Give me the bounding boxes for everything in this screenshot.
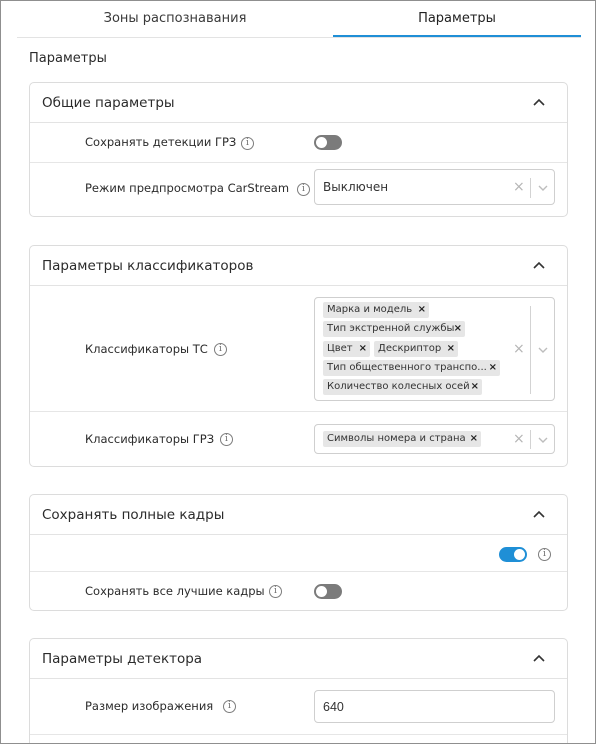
- image-size-row: Размер изображения i: [30, 679, 567, 735]
- panel-title: Общие параметры: [42, 95, 175, 111]
- panel-header[interactable]: Сохранять полные кадры: [30, 495, 567, 535]
- panel-title: Сохранять полные кадры: [42, 507, 225, 523]
- vehicle-classifiers-multiselect[interactable]: Марка и модель × Тип экстренной службы × Ц…: [314, 297, 555, 401]
- preview-mode-row: Режим предпросмотра CarStream i Выключен…: [30, 163, 567, 217]
- select-separator: [530, 430, 531, 449]
- settings-window: Зоны распознавания Параметры Параметры О…: [0, 0, 596, 744]
- panel-header[interactable]: Общие параметры: [30, 83, 567, 123]
- page-title: Параметры: [29, 51, 107, 66]
- tab-bar-divider: [17, 37, 581, 38]
- clear-icon[interactable]: ×: [513, 341, 525, 357]
- panel-title: Параметры детектора: [42, 651, 203, 667]
- chevron-up-icon[interactable]: [533, 260, 545, 272]
- info-icon[interactable]: i: [220, 433, 233, 446]
- active-tab-indicator: [333, 35, 581, 37]
- tab-bar: Зоны распознавания Параметры: [17, 1, 581, 39]
- select-separator: [530, 306, 531, 394]
- detector-panel: Параметры детектора Размер изображения i: [29, 638, 568, 743]
- chip-label: Тип общественного транспо...: [327, 362, 487, 373]
- preview-mode-value: Выключен: [323, 180, 389, 194]
- chevron-down-icon[interactable]: [538, 436, 548, 444]
- close-icon[interactable]: ×: [454, 321, 462, 337]
- vehicle-classifiers-label: Классификаторы ТС: [85, 342, 208, 356]
- save-lpr-toggle[interactable]: [314, 135, 342, 150]
- clear-icon[interactable]: ×: [513, 179, 525, 195]
- full-frames-toggle[interactable]: [499, 547, 527, 562]
- chevron-up-icon[interactable]: [533, 653, 545, 665]
- chip: Дескриптор ×: [374, 341, 458, 357]
- chip: Тип общественного транспо... ×: [323, 360, 500, 376]
- plate-classifiers-multiselect[interactable]: Символы номера и страна × ×: [314, 424, 555, 454]
- classifiers-panel: Параметры классификаторов Классификаторы…: [29, 245, 568, 467]
- chip: Цвет ×: [323, 341, 370, 357]
- vehicle-classifiers-row: Классификаторы ТС i Марка и модель × Тип …: [30, 286, 567, 412]
- save-lpr-row: Сохранять детекции ГРЗ i: [30, 123, 567, 163]
- chip: Символы номера и страна ×: [323, 431, 481, 447]
- chevron-up-icon[interactable]: [533, 97, 545, 109]
- close-icon[interactable]: ×: [359, 341, 367, 357]
- info-icon[interactable]: i: [214, 343, 227, 356]
- image-size-label: Размер изображения: [85, 699, 214, 713]
- chip-label: Количество колесных осей: [327, 381, 470, 392]
- panel-title: Параметры классификаторов: [42, 258, 254, 274]
- panel-header[interactable]: Параметры детектора: [30, 639, 567, 679]
- chevron-down-icon[interactable]: [538, 346, 548, 354]
- chip-label: Дескриптор: [378, 343, 442, 354]
- info-icon[interactable]: i: [269, 585, 282, 598]
- chip: Марка и модель ×: [323, 302, 429, 318]
- preview-mode-select[interactable]: Выключен ×: [314, 169, 555, 205]
- info-icon[interactable]: i: [538, 548, 551, 561]
- preview-mode-label: Режим предпросмотра CarStream: [85, 181, 290, 195]
- tab-parameters[interactable]: Параметры: [333, 1, 581, 37]
- plate-classifiers-row: Классификаторы ГРЗ i Символы номера и ст…: [30, 412, 567, 467]
- image-size-input[interactable]: [314, 690, 555, 723]
- panel-header[interactable]: Параметры классификаторов: [30, 246, 567, 286]
- full-frames-panel: Сохранять полные кадры i Сохранять все л…: [29, 494, 568, 611]
- best-frames-toggle[interactable]: [314, 584, 342, 599]
- chevron-down-icon[interactable]: [538, 184, 548, 192]
- chip-label: Тип экстренной службы: [327, 323, 455, 334]
- close-icon[interactable]: ×: [470, 431, 478, 447]
- plate-classifiers-label: Классификаторы ГРЗ: [85, 432, 215, 446]
- info-icon[interactable]: i: [223, 700, 236, 713]
- tab-recognition-zones[interactable]: Зоны распознавания: [17, 1, 333, 37]
- close-icon[interactable]: ×: [418, 302, 426, 318]
- full-frames-enable-row: i: [30, 535, 567, 572]
- chevron-up-icon[interactable]: [533, 509, 545, 521]
- info-icon[interactable]: i: [297, 183, 310, 196]
- info-icon[interactable]: i: [241, 137, 254, 150]
- close-icon[interactable]: ×: [471, 379, 479, 395]
- chip: Тип экстренной службы ×: [323, 321, 465, 337]
- chip-label: Символы номера и страна: [327, 433, 466, 444]
- close-icon[interactable]: ×: [447, 341, 455, 357]
- general-params-panel: Общие параметры Сохранять детекции ГРЗ i…: [29, 82, 568, 217]
- close-icon[interactable]: ×: [489, 360, 497, 376]
- chip: Количество колесных осей ×: [323, 379, 482, 395]
- chip-label: Цвет: [327, 343, 353, 354]
- select-separator: [530, 178, 531, 198]
- best-frames-label: Сохранять все лучшие кадры: [85, 584, 265, 598]
- save-lpr-label: Сохранять детекции ГРЗ: [85, 135, 237, 149]
- best-frames-row: Сохранять все лучшие кадры i: [30, 572, 567, 610]
- clear-icon[interactable]: ×: [513, 431, 525, 447]
- chip-label: Марка и модель: [327, 304, 413, 315]
